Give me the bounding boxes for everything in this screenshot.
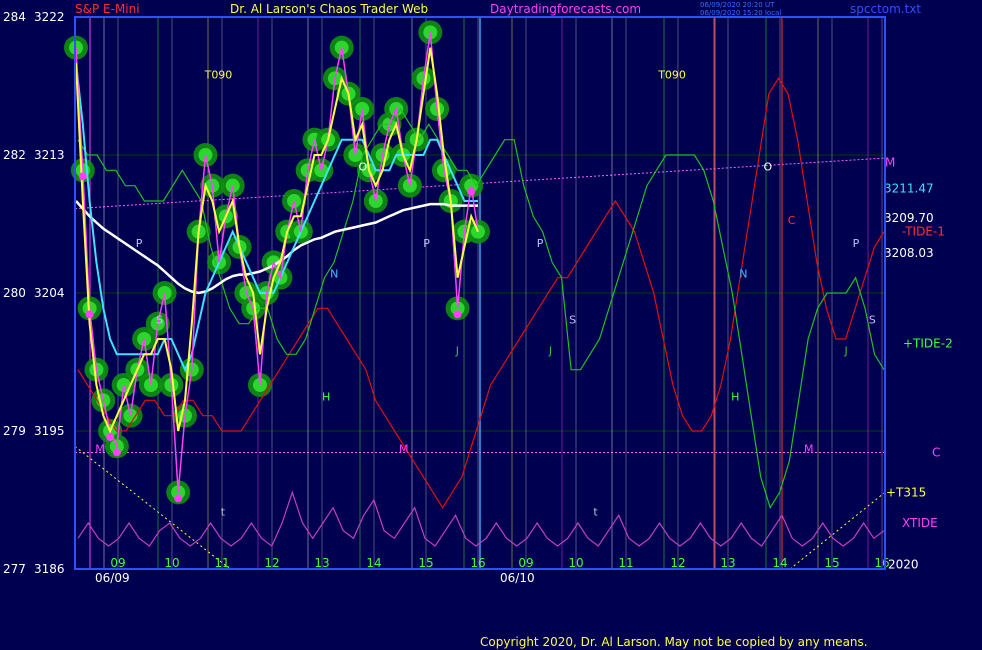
- hour-label-5: 14: [366, 556, 381, 570]
- y-tick-left-1: 282: [3, 148, 26, 162]
- annotation-17: J: [844, 344, 848, 357]
- hour-label-3: 12: [264, 556, 279, 570]
- swing-dot-0: [78, 172, 87, 181]
- y-tick-left-0: 284: [3, 10, 26, 24]
- y-tick-left-3: 279: [3, 424, 26, 438]
- hour-label-13: 14: [772, 556, 787, 570]
- swing-dot-3: [112, 448, 121, 457]
- right-label-6: C: [932, 445, 940, 459]
- timestamp-ut: 06/09/2020 20:20 UT: [700, 1, 775, 9]
- annotation-10: N: [739, 268, 747, 281]
- y-tick-right-0: 3222: [34, 10, 65, 24]
- annotation-1: T090: [657, 68, 686, 81]
- annotation-15: J: [455, 344, 459, 357]
- right-label-1: 3211.47: [884, 182, 934, 196]
- chaos-chart: 284 3222 282 3213 280 3204 279 3195 277 3186 09 10 1…: [0, 0, 982, 650]
- chart-title: Dr. Al Larson's Chaos Trader Web: [230, 2, 428, 16]
- right-label-9: 2020: [888, 557, 919, 571]
- annotation-9: N: [330, 268, 338, 281]
- hour-label-4: 13: [314, 556, 329, 570]
- annotation-20: M: [804, 442, 814, 455]
- y-tick-right-4: 3186: [34, 562, 65, 576]
- hour-label-9: 10: [568, 556, 583, 570]
- annotation-12: O: [764, 160, 773, 173]
- instrument-label: S&P E-Mini: [75, 2, 140, 16]
- date-label-0: 06/09: [95, 571, 130, 585]
- hour-label-6: 15: [418, 556, 433, 570]
- annotation-2: P: [136, 237, 143, 250]
- right-label-7: +T315: [886, 485, 926, 499]
- right-label-0: M: [885, 156, 895, 170]
- y-tick-right-3: 3195: [34, 424, 65, 438]
- hour-label-14: 15: [824, 556, 839, 570]
- swing-dot-1: [85, 310, 94, 319]
- annotation-19: M: [399, 442, 409, 455]
- annotation-0: T090: [204, 68, 233, 81]
- annotation-13: H: [322, 390, 330, 403]
- annotation-11: O: [359, 160, 368, 173]
- hour-label-11: 12: [670, 556, 685, 570]
- hour-label-10: 11: [618, 556, 633, 570]
- file-label: spcctom.txt: [850, 2, 921, 16]
- annotation-14: H: [731, 390, 739, 403]
- annotation-23: t: [593, 505, 598, 518]
- hour-label-8: 09: [518, 556, 533, 570]
- hour-label-0: 09: [110, 556, 125, 570]
- right-label-2: 3209.70: [884, 211, 934, 225]
- swing-dot-6: [467, 187, 476, 196]
- y-tick-left-4: 277: [3, 562, 26, 576]
- swing-dot-4: [174, 494, 183, 503]
- annotation-21: C: [788, 214, 796, 227]
- annotation-6: S: [156, 314, 163, 327]
- annotation-18: M: [95, 442, 105, 455]
- annotation-22: t: [221, 505, 226, 518]
- hour-label-2: 11: [214, 556, 229, 570]
- right-label-5: +TIDE-2: [903, 337, 953, 351]
- hour-label-1: 10: [164, 556, 179, 570]
- hour-label-7: 16: [470, 556, 485, 570]
- swing-dot-2: [106, 433, 115, 441]
- copyright: Copyright 2020, Dr. Al Larson. May not b…: [480, 635, 868, 649]
- annotation-8: S: [869, 314, 876, 327]
- site-link[interactable]: Daytradingforecasts.com: [490, 2, 641, 16]
- hour-label-12: 13: [720, 556, 735, 570]
- y-tick-left-2: 280: [3, 286, 26, 300]
- annotation-5: P: [853, 237, 860, 250]
- date-label-1: 06/10: [500, 571, 535, 585]
- right-label-4: 3208.03: [884, 246, 934, 260]
- annotation-7: S: [569, 314, 576, 327]
- y-tick-right-2: 3204: [34, 286, 65, 300]
- annotation-4: P: [537, 237, 544, 250]
- annotation-16: J: [548, 344, 552, 357]
- right-label-3: -TIDE-1: [902, 225, 945, 239]
- swing-dot-5: [453, 310, 462, 319]
- y-tick-right-1: 3213: [34, 148, 65, 162]
- annotation-3: P: [423, 237, 430, 250]
- right-label-8: XTIDE: [902, 516, 938, 530]
- timestamp-local: 06/09/2020 15:20 local: [700, 9, 781, 17]
